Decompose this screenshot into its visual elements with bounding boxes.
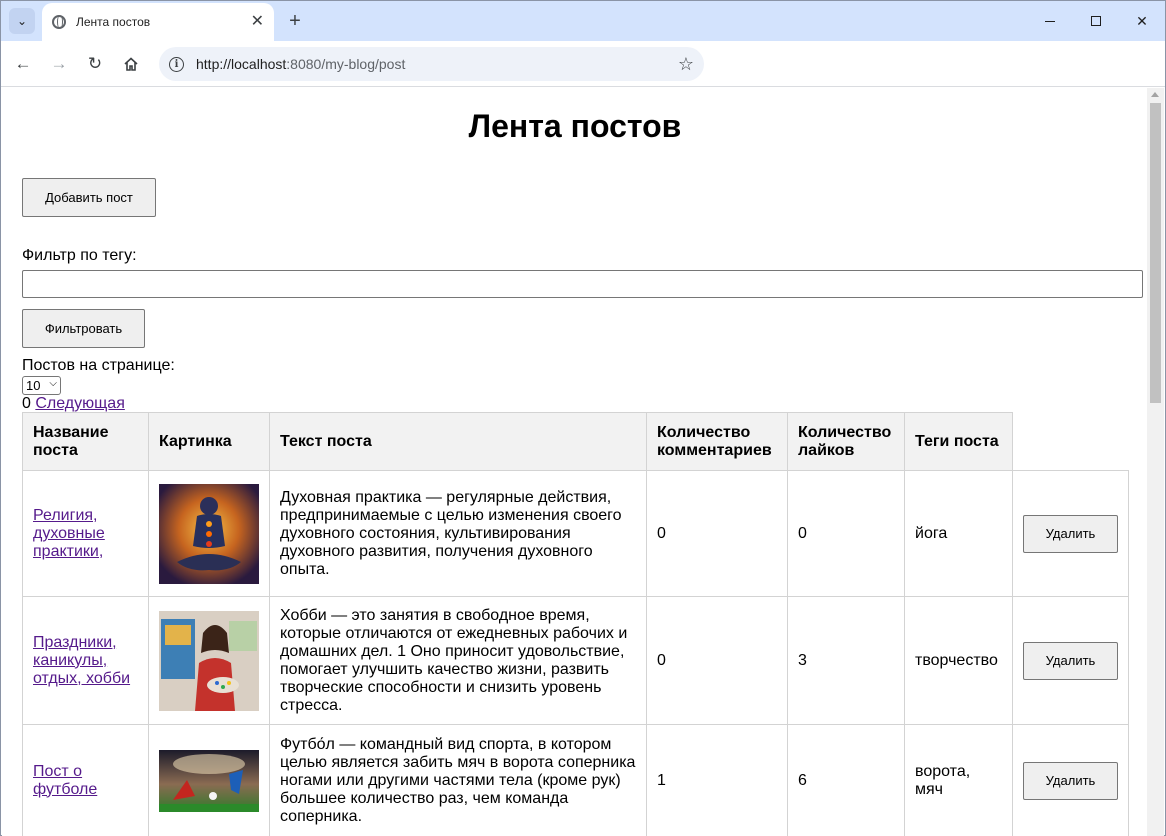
close-tab-icon[interactable]: ✕	[251, 14, 264, 30]
filter-label: Фильтр по тегу:	[22, 247, 137, 264]
post-text-cell: Футбо́л — командный вид спорта, в которо…	[269, 724, 647, 836]
per-page-label: Постов на странице:	[22, 357, 175, 374]
page-scrollbar[interactable]	[1147, 88, 1164, 836]
actions-cell: Удалить	[1012, 724, 1129, 836]
header-comments: Количество комментариев	[646, 412, 788, 471]
home-button[interactable]	[119, 52, 143, 76]
post-title-link[interactable]: Праздники, каникулы, отдых, хобби	[33, 634, 130, 687]
post-text-cell: Хобби — это занятия в свободное время, к…	[269, 596, 647, 725]
address-bar[interactable]: i http://localhost:8080/my-blog/post ☆	[159, 47, 704, 81]
likes-count: 6	[787, 724, 905, 836]
delete-button[interactable]: Удалить	[1023, 761, 1118, 800]
post-title-cell: Религия, духовные практики,	[22, 470, 149, 597]
globe-icon	[52, 15, 66, 29]
url-text[interactable]: http://localhost:8080/my-blog/post	[196, 56, 678, 72]
header-title: Название поста	[22, 412, 149, 471]
post-text-cell: Духовная практика — регулярные действия,…	[269, 470, 647, 597]
filter-button[interactable]: Фильтровать	[22, 309, 145, 348]
post-image-cell	[148, 470, 270, 597]
pagination: 0 Следующая	[22, 395, 125, 413]
browser-window: ⌄ Лента постов ✕ + ✕ ← → ↻ i http://loca…	[0, 0, 1166, 836]
likes-count: 0	[787, 470, 905, 597]
comments-count: 1	[646, 724, 788, 836]
post-tags: йога	[904, 470, 1013, 597]
tab-title: Лента постов	[76, 15, 151, 29]
posts-table: Название поста Картинка Текст поста Коли…	[22, 412, 1129, 836]
painter-image	[159, 610, 259, 711]
header-actions	[1013, 413, 1129, 471]
table-header-row: Название поста Картинка Текст поста Коли…	[22, 412, 1129, 471]
arrow-left-icon: ←	[14, 54, 32, 73]
football-image	[159, 749, 259, 812]
close-icon: ✕	[1136, 12, 1148, 29]
reload-button[interactable]: ↻	[83, 52, 107, 76]
window-controls: ✕	[1027, 1, 1165, 41]
per-page-value: 10	[26, 378, 41, 393]
forward-button[interactable]: →	[47, 52, 71, 76]
new-tab-button[interactable]: +	[283, 9, 307, 33]
close-window-button[interactable]: ✕	[1119, 1, 1165, 41]
page-number: 0	[22, 395, 31, 412]
table-row: Религия, духовные практики, Духовная пра…	[22, 470, 1129, 597]
header-image: Картинка	[148, 412, 270, 471]
minimize-icon	[1045, 20, 1055, 22]
table-row: Праздники, каникулы, отдых, хобби Хобби …	[22, 596, 1129, 725]
post-image-cell	[148, 596, 270, 725]
minimize-button[interactable]	[1027, 1, 1073, 41]
maximize-icon	[1091, 16, 1101, 26]
meditation-image	[159, 483, 259, 584]
comments-count: 0	[646, 596, 788, 725]
header-likes: Количество лайков	[787, 412, 905, 471]
browser-toolbar: ← → ↻ i http://localhost:8080/my-blog/po…	[1, 41, 1165, 87]
chevron-down-icon: ⌵	[49, 378, 57, 389]
actions-cell: Удалить	[1012, 470, 1129, 597]
delete-button[interactable]: Удалить	[1023, 641, 1118, 680]
actions-cell: Удалить	[1012, 596, 1129, 725]
title-bar: ⌄ Лента постов ✕ + ✕	[1, 1, 1165, 41]
back-button[interactable]: ←	[11, 52, 35, 76]
scroll-up-arrow-icon[interactable]	[1151, 92, 1159, 97]
post-title-cell: Праздники, каникулы, отдых, хобби	[22, 596, 149, 725]
url-host: http://localhost	[196, 56, 287, 72]
next-page-link[interactable]: Следующая	[35, 395, 125, 412]
header-tags: Теги поста	[904, 412, 1013, 471]
table-row: Пост о футболе Футбо́л — командный вид с…	[22, 724, 1129, 836]
post-title-link[interactable]: Религия, духовные практики,	[33, 507, 105, 560]
page-content: Лента постов Добавить пост Фильтр по тег…	[2, 88, 1148, 836]
header-text: Текст поста	[269, 412, 647, 471]
post-title-link[interactable]: Пост о футболе	[33, 763, 97, 798]
post-tags: творчество	[904, 596, 1013, 725]
add-post-button[interactable]: Добавить пост	[22, 178, 156, 217]
url-path: :8080/my-blog/post	[286, 56, 406, 72]
likes-count: 3	[787, 596, 905, 725]
reload-icon: ↻	[87, 54, 103, 73]
comments-count: 0	[646, 470, 788, 597]
tag-filter-input[interactable]	[22, 270, 1143, 298]
post-title-cell: Пост о футболе	[22, 724, 149, 836]
tab-search-button[interactable]: ⌄	[9, 8, 35, 34]
delete-button[interactable]: Удалить	[1023, 514, 1118, 553]
post-tags: ворота, мяч	[904, 724, 1013, 836]
info-icon[interactable]: i	[169, 56, 184, 72]
bookmark-star-icon[interactable]: ☆	[678, 54, 694, 75]
chevron-down-icon: ⌄	[16, 14, 28, 28]
page-title: Лента постов	[468, 108, 682, 144]
per-page-select[interactable]: 10 ⌵	[22, 376, 61, 395]
maximize-button[interactable]	[1073, 1, 1119, 41]
scrollbar-thumb[interactable]	[1150, 103, 1161, 403]
post-image-cell	[148, 724, 270, 836]
home-icon	[124, 57, 138, 71]
arrow-right-icon: →	[50, 54, 68, 73]
active-tab[interactable]: Лента постов ✕	[42, 3, 274, 41]
